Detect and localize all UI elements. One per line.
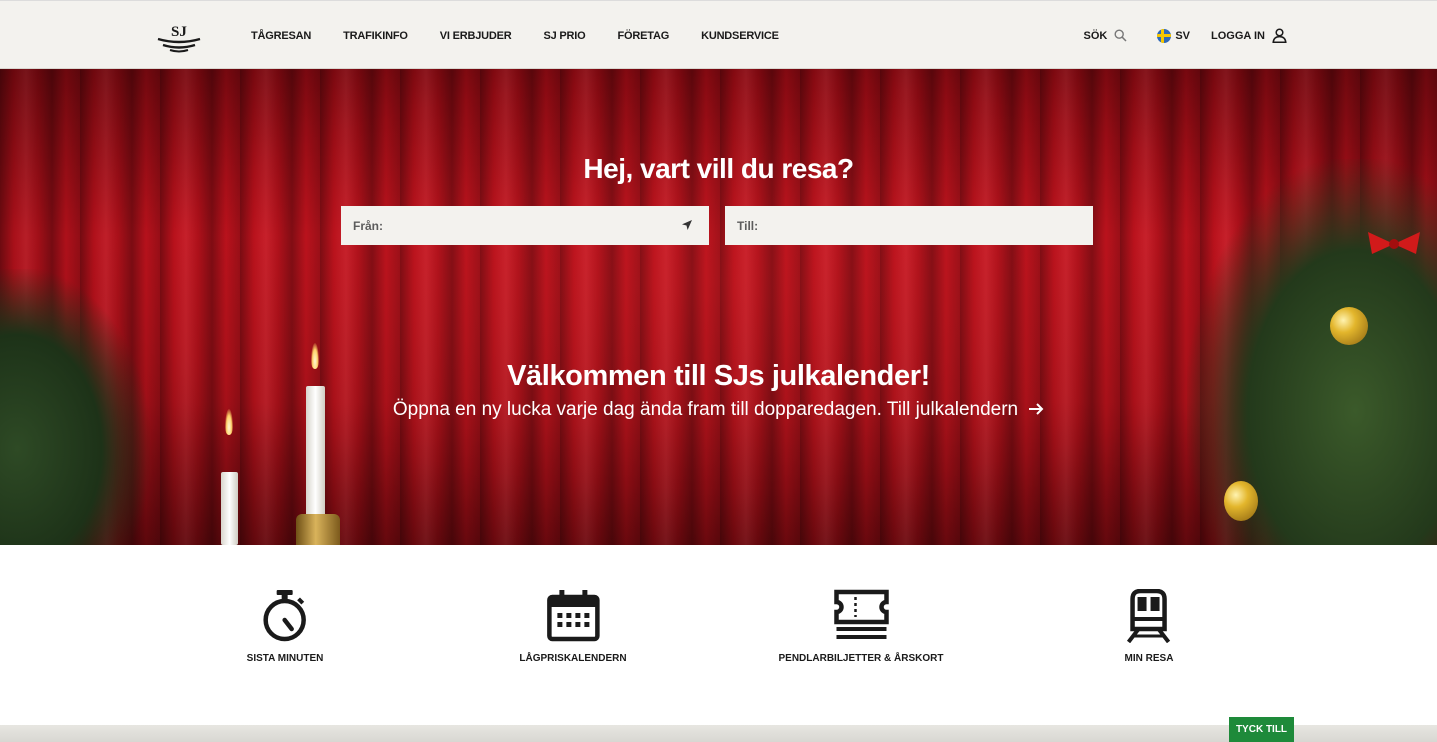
- bauble-image: [1330, 307, 1368, 345]
- language-selector[interactable]: SV: [1157, 28, 1191, 43]
- bottom-bar: [0, 725, 1437, 742]
- quick-link-pendlarbiljetter[interactable]: PENDLARBILJETTER & ÅRSKORT: [778, 589, 944, 664]
- svg-text:SJ: SJ: [171, 24, 187, 40]
- calendar-icon: [546, 590, 600, 642]
- to-field[interactable]: Till:: [725, 206, 1093, 245]
- hero-title: Hej, vart vill du resa?: [583, 153, 854, 184]
- quick-link-label: MIN RESA: [1124, 653, 1174, 664]
- nav-trafikinfo[interactable]: TRAFIKINFO: [343, 30, 408, 42]
- from-placeholder: Från:: [353, 218, 383, 233]
- search-button[interactable]: SÖK: [1083, 29, 1127, 42]
- language-label: SV: [1175, 29, 1191, 42]
- train-icon: [1127, 589, 1171, 643]
- header-tools: SÖK SV LOGGA IN: [1083, 1, 1287, 70]
- main-nav: TÅGRESAN TRAFIKINFO VI ERBJUDER SJ PRIO …: [251, 1, 811, 70]
- bauble-image: [1224, 481, 1258, 521]
- feedback-button[interactable]: TYCK TILL: [1229, 717, 1294, 742]
- christmas-tree-right-image: [1187, 159, 1437, 545]
- arrow-right-icon: [1028, 400, 1044, 422]
- user-icon: [1272, 28, 1287, 43]
- advent-calendar-link[interactable]: Öppna en ny lucka varje dag ända fram ti…: [0, 399, 1437, 422]
- quick-link-min-resa[interactable]: MIN RESA: [1124, 589, 1174, 664]
- promo-title: Välkommen till SJs julkalender!: [507, 360, 930, 392]
- candle-holder-image: [296, 514, 340, 545]
- tickets-icon: [833, 589, 889, 639]
- search-label: SÖK: [1083, 29, 1108, 42]
- quick-link-label: LÅGPRISKALENDERN: [519, 653, 627, 664]
- from-field[interactable]: Från:: [341, 206, 709, 245]
- nav-foretag[interactable]: FÖRETAG: [618, 30, 670, 42]
- stopwatch-icon: [263, 590, 307, 642]
- sj-logo[interactable]: SJ: [156, 19, 202, 55]
- quick-link-label: PENDLARBILJETTER & ÅRSKORT: [778, 653, 944, 664]
- nav-tagresan[interactable]: TÅGRESAN: [251, 30, 311, 42]
- search-icon: [1114, 29, 1127, 42]
- login-label: LOGGA IN: [1211, 29, 1265, 42]
- quick-link-label: SISTA MINUTEN: [246, 653, 324, 664]
- quick-link-lagpriskalendern[interactable]: LÅGPRISKALENDERN: [519, 589, 627, 664]
- nav-sj-prio[interactable]: SJ PRIO: [544, 30, 586, 42]
- nav-kundservice[interactable]: KUNDSERVICE: [701, 30, 779, 42]
- red-bow-image: [1368, 232, 1420, 254]
- quick-links: SISTA MINUTEN LÅGPRISKALENDERN PENDLARBI…: [0, 545, 1437, 725]
- to-placeholder: Till:: [737, 218, 759, 233]
- promo-text: Öppna en ny lucka varje dag ända fram ti…: [392, 399, 1019, 420]
- site-header: SJ TÅGRESAN TRAFIKINFO VI ERBJUDER SJ PR…: [0, 0, 1437, 69]
- location-arrow-icon[interactable]: [681, 219, 693, 234]
- login-button[interactable]: LOGGA IN: [1211, 28, 1287, 43]
- nav-vi-erbjuder[interactable]: VI ERBJUDER: [440, 30, 512, 42]
- swedish-flag-icon: [1157, 28, 1172, 43]
- hero-banner: Hej, vart vill du resa? Från: Till: Välk…: [0, 69, 1437, 545]
- candle-image: [221, 472, 238, 545]
- quick-link-sista-minuten[interactable]: SISTA MINUTEN: [246, 589, 324, 664]
